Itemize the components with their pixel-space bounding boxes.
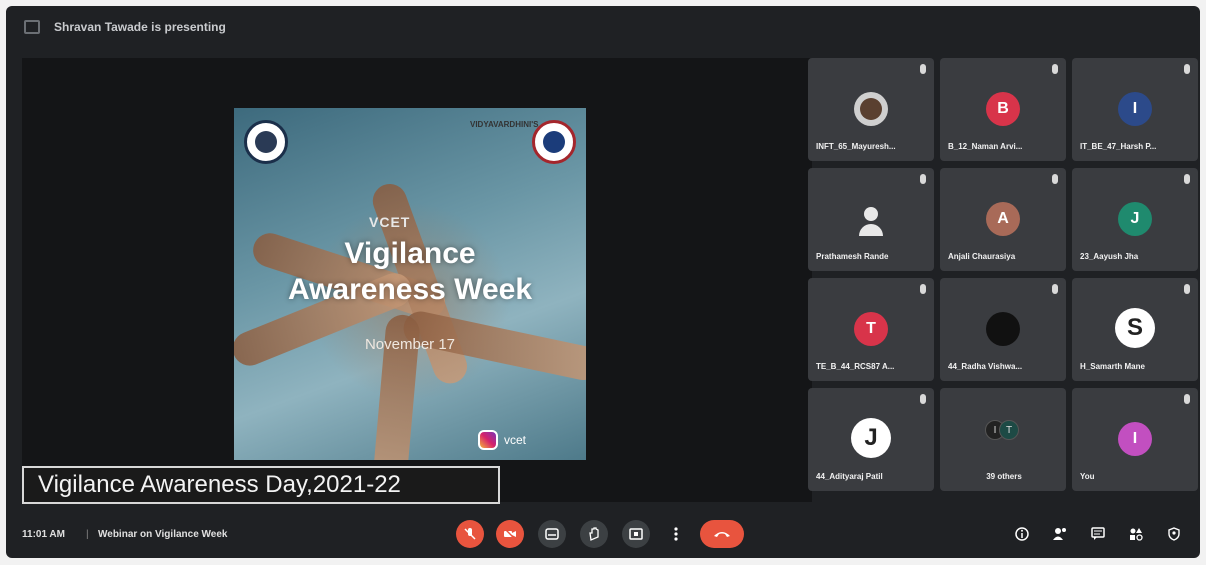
others-tile[interactable]: IT 39 others — [940, 388, 1066, 491]
mic-muted-icon — [1052, 174, 1058, 184]
slide-title-line1: Vigilance — [344, 237, 476, 270]
mic-muted-icon — [920, 394, 926, 404]
slide-date: November 17 — [364, 336, 456, 353]
info-icon[interactable] — [1008, 520, 1036, 548]
raise-hand-icon[interactable] — [580, 520, 608, 548]
participant-avatar: B — [986, 92, 1020, 126]
participant-tile[interactable]: J 23_Aayush Jha — [1072, 168, 1198, 271]
participant-name: INFT_65_Mayuresh... — [816, 142, 896, 151]
participant-name: Prathamesh Rande — [816, 252, 889, 261]
meeting-title: Webinar on Vigilance Week — [98, 528, 228, 540]
slide-title-line2: Awareness Week — [287, 273, 533, 306]
mic-muted-icon — [1184, 284, 1190, 294]
presenting-label: Shravan Tawade is presenting — [54, 20, 226, 34]
control-bar: 11:01 AM | Webinar on Vigilance Week — [6, 510, 1200, 558]
slide-header-text: VIDYAVARDHINI'S — [470, 120, 539, 129]
more-icon[interactable] — [662, 520, 690, 548]
shared-slide: VIDYAVARDHINI'S VCET Vigilance Awareness… — [234, 108, 586, 460]
presentation-stage: VIDYAVARDHINI'S VCET Vigilance Awareness… — [22, 58, 812, 502]
presenting-bar: Shravan Tawade is presenting — [6, 6, 1200, 48]
host-controls-icon[interactable] — [1160, 520, 1188, 548]
mic-muted-icon — [1184, 64, 1190, 74]
meeting-window: Shravan Tawade is presenting VIDYAVARDHI… — [6, 6, 1200, 558]
others-count: 39 others — [986, 472, 1022, 481]
participant-photo — [854, 92, 888, 126]
participant-avatar: T — [854, 312, 888, 346]
mic-muted-icon — [920, 284, 926, 294]
self-tile[interactable]: I You — [1072, 388, 1198, 491]
mic-muted-icon — [920, 174, 926, 184]
mic-muted-icon — [1184, 174, 1190, 184]
mic-muted-icon — [1184, 394, 1190, 404]
camera-off-icon[interactable] — [496, 520, 524, 548]
slide-title: Vigilance Awareness Week — [234, 236, 586, 308]
present-icon[interactable] — [622, 520, 650, 548]
meeting-clock: 11:01 AM — [22, 528, 65, 540]
person-icon — [854, 202, 888, 236]
participant-tile[interactable]: Prathamesh Rande — [808, 168, 934, 271]
participant-name: Anjali Chaurasiya — [948, 252, 1016, 261]
participant-tile[interactable]: S H_Samarth Mane — [1072, 278, 1198, 381]
slide-tag: VCET — [369, 214, 411, 230]
participant-tile[interactable]: T TE_B_44_RCS87 A... — [808, 278, 934, 381]
participant-tile[interactable]: I IT_BE_47_Harsh P... — [1072, 58, 1198, 161]
mic-muted-icon — [1052, 64, 1058, 74]
participant-avatar: J — [851, 418, 891, 458]
participant-name: H_Samarth Mane — [1080, 362, 1145, 371]
presenting-screen-icon — [24, 20, 40, 34]
participant-avatar: I — [1118, 92, 1152, 126]
institute-seal-icon — [532, 120, 576, 164]
participant-name: 44_Radha Vishwa... — [948, 362, 1023, 371]
mic-off-icon[interactable] — [456, 520, 484, 548]
footer-separator: | — [86, 528, 89, 540]
college-logo-icon — [244, 120, 288, 164]
participant-avatar: J — [1118, 202, 1152, 236]
participant-avatar: S — [1115, 308, 1155, 348]
participant-avatar: I — [1118, 422, 1152, 456]
participant-avatar: A — [986, 202, 1020, 236]
slide-instagram: vcet — [478, 430, 526, 450]
participant-name: You — [1080, 472, 1095, 481]
participant-name: B_12_Naman Arvi... — [948, 142, 1023, 151]
participant-name: TE_B_44_RCS87 A... — [816, 362, 895, 371]
people-icon[interactable] — [1046, 520, 1074, 548]
participant-name: 44_Adityaraj Patil — [816, 472, 883, 481]
caption-text: Vigilance Awareness Day,2021-22 — [38, 471, 401, 498]
chat-icon[interactable] — [1084, 520, 1112, 548]
slide-handle: vcet — [504, 433, 527, 447]
mic-muted-icon — [920, 64, 926, 74]
caption-overlay: Vigilance Awareness Day,2021-22 — [22, 466, 500, 504]
participant-tile[interactable]: A Anjali Chaurasiya — [940, 168, 1066, 271]
participant-tile[interactable]: INFT_65_Mayuresh... — [808, 58, 934, 161]
participant-tile[interactable]: B B_12_Naman Arvi... — [940, 58, 1066, 161]
participant-name: 23_Aayush Jha — [1080, 252, 1139, 261]
participant-photo — [986, 312, 1020, 346]
participant-name: IT_BE_47_Harsh P... — [1080, 142, 1157, 151]
participant-tile[interactable]: 44_Radha Vishwa... — [940, 278, 1066, 381]
participant-tile[interactable]: J 44_Adityaraj Patil — [808, 388, 934, 491]
captions-icon[interactable] — [538, 520, 566, 548]
others-avatars: IT — [985, 420, 1019, 440]
mic-muted-icon — [1052, 284, 1058, 294]
activities-icon[interactable] — [1122, 520, 1150, 548]
instagram-icon — [478, 430, 498, 450]
hangup-icon[interactable] — [700, 520, 744, 548]
